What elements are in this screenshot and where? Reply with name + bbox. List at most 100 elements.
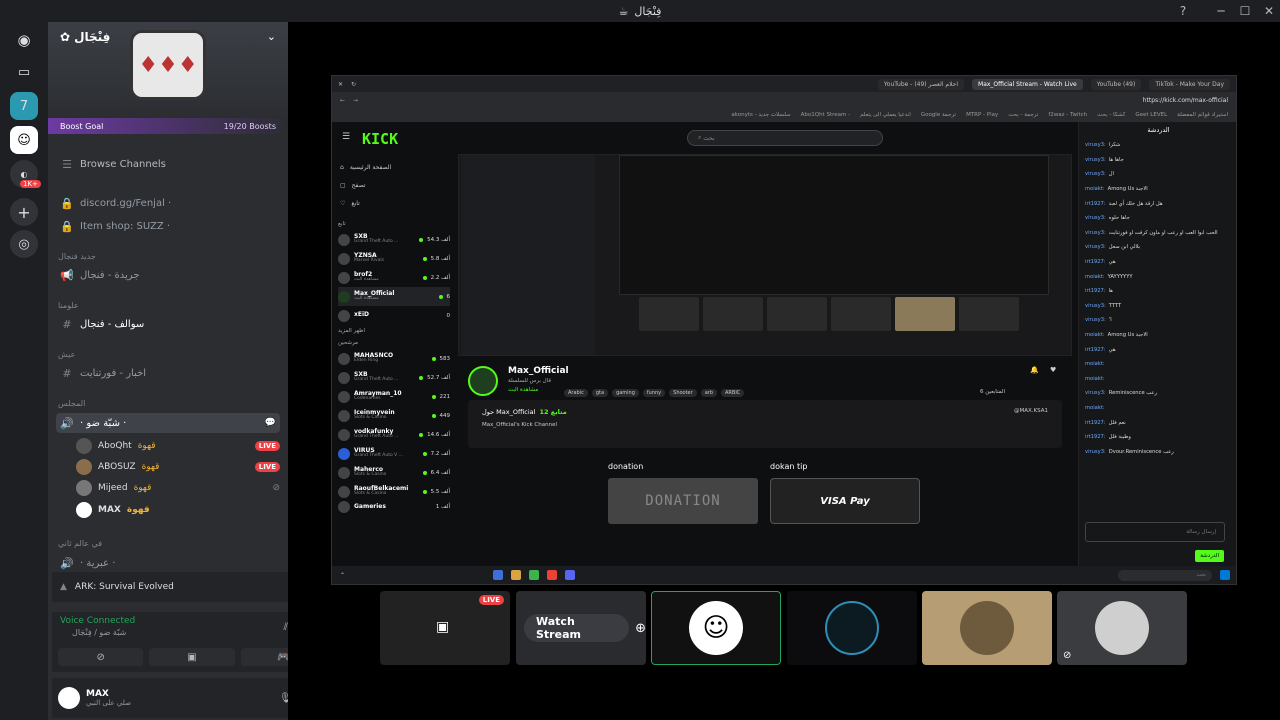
chat-username[interactable]: virusy3: [1085, 449, 1106, 455]
chat-username[interactable]: virusy3: [1085, 317, 1106, 323]
taskbar-app-icon[interactable] [547, 570, 558, 580]
donation-image[interactable]: DONATION [608, 478, 758, 524]
channel-other[interactable]: 🔊 · عبرية · [56, 553, 280, 573]
channel-news[interactable]: 📢 جريدة - فنجال [56, 265, 280, 285]
tag[interactable]: gaming [612, 389, 639, 397]
menu-icon[interactable]: ☰ [342, 132, 350, 142]
chat-username[interactable]: moiakt: [1085, 274, 1105, 280]
channel-row[interactable]: brof2 مشاهدة البث 2.2 ألف [338, 268, 450, 287]
voice-user[interactable]: Mijeed قهوة ⊘ [76, 478, 280, 498]
minimize-button[interactable]: ─ [1208, 0, 1234, 22]
category-header[interactable]: عيش [58, 350, 75, 359]
bookmark[interactable]: ترجمة - بحث [1008, 112, 1038, 118]
channel-row[interactable]: Max_Official مشاهدة البث 6 [338, 287, 450, 306]
kick-logo[interactable]: KICK [362, 130, 398, 148]
bookmark[interactable]: MTRP - Play [966, 112, 998, 118]
add-server-icon[interactable]: + [10, 198, 38, 226]
nav-browse[interactable]: ▢ تصفح [340, 176, 450, 194]
voice-channel[interactable]: 🔊 · شبّة ضو · 💬 [56, 413, 280, 433]
bookmark[interactable]: كشكا - بحث [1097, 112, 1125, 118]
tag[interactable]: Shooter [669, 389, 697, 397]
voice-channel-name[interactable]: شبّة ضو / فِنْجَال [72, 628, 126, 637]
add-screen-icon[interactable]: ⊕ [635, 621, 646, 636]
tag[interactable]: gta [591, 389, 609, 397]
stream-screen[interactable]: ✕ ↻ YouTube - احلام العصر (49) Max_Offic… [331, 75, 1237, 585]
chat-bubble-icon[interactable]: 💬 [265, 418, 276, 428]
avatar[interactable] [58, 687, 80, 709]
nav-following[interactable]: ♡ تابع [340, 194, 450, 212]
close-icon[interactable]: ✕ [338, 81, 343, 88]
chat-username[interactable]: virusy3: [1085, 303, 1106, 309]
screen-share-button[interactable]: ▣ [149, 648, 235, 666]
browser-tab[interactable]: TikTok - Make Your Day [1149, 78, 1230, 90]
taskbar-app-icon[interactable] [493, 570, 504, 580]
voice-user[interactable]: ABOSUZ قهوة LIVE [76, 457, 280, 477]
chat-username[interactable]: moiakt: [1085, 376, 1105, 382]
chat-username[interactable]: virusy3: [1085, 157, 1106, 163]
channel-invite[interactable]: 🔒 discord.gg/Fenjal · [56, 193, 280, 213]
channel-row[interactable]: VIRUS Grand Theft Auto V ... 7.2 ألف [338, 444, 450, 463]
chat-username[interactable]: virusy3: [1085, 230, 1106, 236]
chat-username[interactable]: virusy3: [1085, 244, 1106, 250]
taskbar-search[interactable]: بحث [1118, 569, 1212, 581]
bookmark[interactable]: f2waz - Twitch [1048, 112, 1087, 118]
streamer-name[interactable]: Max_Official [508, 366, 569, 376]
chat-username[interactable]: moiakt: [1085, 332, 1105, 338]
discord-home-icon[interactable]: ◉ [10, 26, 38, 54]
stream-category[interactable]: مشاهدة البث [508, 387, 538, 393]
chat-username[interactable]: irt1927: [1085, 420, 1106, 426]
activity-panel[interactable]: ▲ ARK: Survival Evolved ▣ [52, 572, 288, 602]
search-input[interactable]: ⌕ بحث [687, 130, 883, 146]
taskbar-app-icon[interactable] [565, 570, 576, 580]
stream-tile[interactable]: LIVE ▣ [380, 591, 510, 665]
social-link[interactable]: @MAX.KSA1 [1014, 408, 1048, 414]
refresh-icon[interactable]: ↻ [351, 81, 356, 88]
channel-fortnite[interactable]: # اخبار - فورتنايت [56, 363, 280, 383]
boost-goal-bar[interactable]: Boost Goal 19/20 Boosts [48, 118, 288, 134]
server-banner[interactable]: ✿ فِنْجَال ⌄ ♦♦♦ [48, 22, 288, 118]
explore-icon[interactable]: ◎ [10, 230, 38, 258]
browse-channels[interactable]: ☰ Browse Channels [56, 154, 280, 174]
bookmark[interactable]: اندعيا يعملي الى يتعلم [860, 112, 911, 118]
chat-username[interactable]: irt1927: [1085, 288, 1106, 294]
streamer-avatar[interactable] [468, 366, 498, 396]
taskbar-app-icon[interactable] [511, 570, 522, 580]
channel-row[interactable]: Gameries 1 ألف [338, 501, 450, 513]
chat-username[interactable]: virusy3: [1085, 390, 1106, 396]
tag[interactable]: funny [642, 389, 666, 397]
chat-send-button[interactable]: الدردشة [1195, 550, 1224, 562]
tag[interactable]: Arabic [564, 389, 588, 397]
channel-itemshop[interactable]: 🔒 Item shop: SUZZ · [56, 216, 280, 236]
close-button[interactable]: ✕ [1256, 0, 1280, 22]
channel-row[interactable]: Maherco Slots & Casino 6.4 ألف [338, 463, 450, 482]
chat-username[interactable]: irt1927: [1085, 259, 1106, 265]
user-tile[interactable]: ⊘ [1057, 591, 1187, 665]
chat-input[interactable]: إرسال رسالة [1085, 522, 1225, 542]
category-header[interactable]: جديد فنجال [58, 252, 96, 261]
chevron-down-icon[interactable]: ⌄ [267, 30, 276, 43]
bell-icon[interactable]: 🔔 [1030, 366, 1039, 374]
channel-row[interactable]: vodkafunky Grand Theft Auto ... 14.6 ألف [338, 425, 450, 444]
help-icon[interactable]: ? [1170, 0, 1196, 22]
channel-row[interactable]: RaoufBelkacemi Slots & Casino 5.5 ألف [338, 482, 450, 501]
channel-row[interactable]: SXB Grand Theft Auto ... 52.7 ألف [338, 368, 450, 387]
bookmark[interactable]: Google ترجمة [921, 112, 956, 118]
category-header[interactable]: في عالم ثاني [58, 539, 102, 548]
browser-tab[interactable]: YouTube (49) [1090, 78, 1142, 90]
chat-username[interactable]: irt1927: [1085, 201, 1106, 207]
browser-tab[interactable]: Max_Official Stream - Watch Live [972, 78, 1083, 90]
bookmark[interactable]: Abo1Qht Stream - [801, 112, 850, 118]
heart-icon[interactable]: ♥ [1050, 366, 1056, 374]
voice-user[interactable]: AboQht قهوة LIVE [76, 436, 280, 456]
channel-row[interactable]: YZNSA Marvel Rivals 5.8 ألف [338, 249, 450, 268]
taskbar-app-icon[interactable] [529, 570, 540, 580]
inbox-icon[interactable]: ▭ [10, 58, 38, 86]
chat-username[interactable]: virusy3: [1085, 142, 1106, 148]
chat-username[interactable]: irt1927: [1085, 434, 1106, 440]
camera-off-button[interactable]: ⊘ [58, 648, 144, 666]
browser-tab[interactable]: YouTube - احلام العصر (49) [877, 78, 965, 90]
chat-username[interactable]: irt1927: [1085, 347, 1106, 353]
video-player[interactable] [458, 154, 1072, 356]
channel-chat[interactable]: # سوالف - فنجال [56, 314, 280, 334]
channel-row[interactable]: SXB Grand Theft Auto ... 54.3 ألف [338, 230, 450, 249]
